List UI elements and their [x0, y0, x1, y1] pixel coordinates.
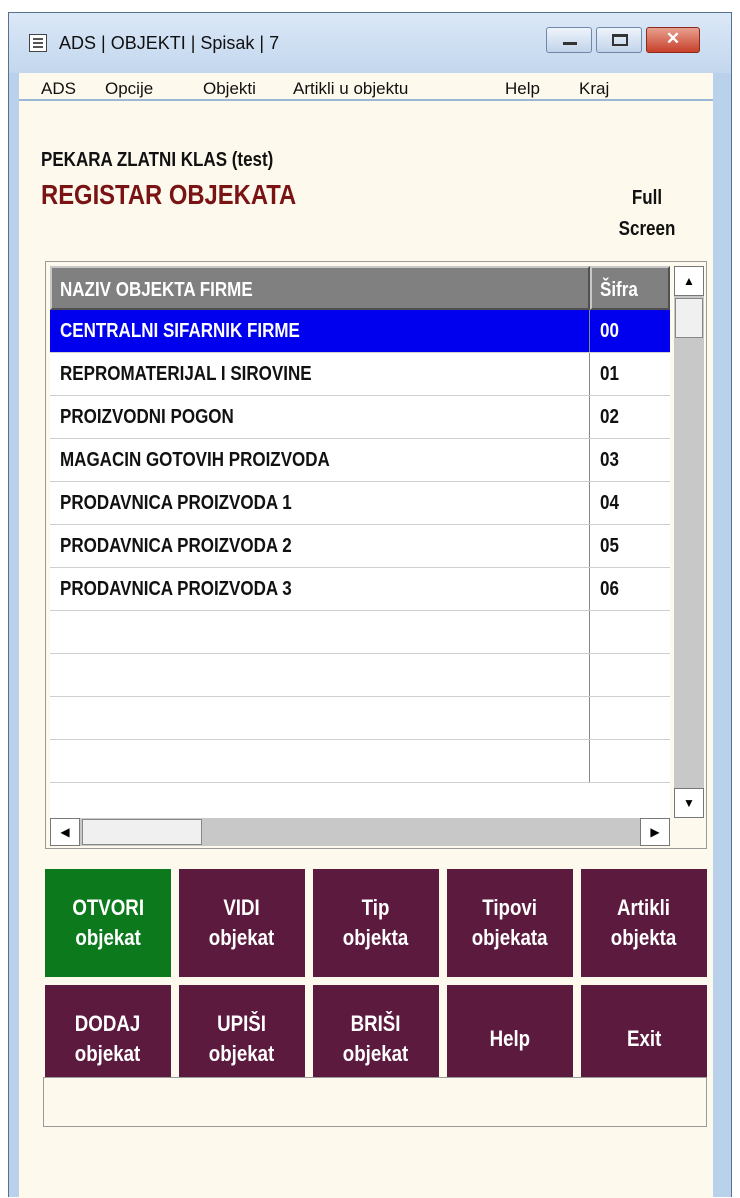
menu-ads[interactable]: ADS — [41, 79, 76, 99]
otvori-objekat-button[interactable]: OTVORI objekat — [43, 867, 173, 979]
cell-sifra: 06 — [600, 578, 619, 600]
cell-sifra — [590, 697, 670, 739]
cell-naziv: CENTRALNI SIFARNIK FIRME — [50, 310, 590, 352]
company-name: PEKARA ZLATNI KLAS (test) — [41, 149, 274, 171]
menu-bar: ADS Opcije Objekti Artikli u objektu Hel… — [19, 73, 713, 111]
close-button[interactable]: ✕ — [646, 27, 700, 53]
cell-naziv: PROIZVODNI POGON — [50, 396, 590, 438]
close-icon: ✕ — [665, 29, 681, 48]
cell-sifra — [590, 654, 670, 696]
title-bar: ADS | OBJEKTI | Spisak | 7 ✕ — [9, 13, 731, 73]
cell-sifra: 00 — [590, 310, 670, 352]
maximize-icon — [612, 34, 628, 46]
cell-naziv — [50, 697, 590, 739]
table-row[interactable]: REPROMATERIJAL I SIROVINE 01 — [50, 353, 670, 396]
table-row[interactable] — [50, 654, 670, 697]
table-row[interactable]: PRODAVNICA PROIZVODA 3 06 — [50, 568, 670, 611]
table-row[interactable] — [50, 697, 670, 740]
cell-sifra: 01 — [600, 363, 619, 385]
full-screen-label: Full — [631, 187, 663, 209]
artikli-objekta-button[interactable]: Artikli objekta — [579, 867, 709, 979]
vertical-scroll-thumb[interactable] — [675, 298, 703, 338]
menu-objekti[interactable]: Objekti — [203, 79, 256, 99]
window-title: ADS | OBJEKTI | Spisak | 7 — [59, 33, 280, 53]
tip-objekta-button[interactable]: Tip objekta — [311, 867, 441, 979]
cell-naziv: PRODAVNICA PROIZVODA 1 — [50, 482, 590, 524]
menu-artikli-u-objektu[interactable]: Artikli u objektu — [293, 79, 408, 99]
cell-sifra: 05 — [600, 535, 619, 557]
cell-sifra: 02 — [600, 406, 619, 428]
scroll-left-button[interactable]: ◀ — [50, 818, 80, 846]
table-row[interactable]: CENTRALNI SIFARNIK FIRME 00 — [50, 310, 670, 353]
horizontal-scrollbar[interactable]: ◀ ▶ — [50, 818, 670, 846]
status-bar — [43, 1077, 707, 1127]
minimize-icon — [563, 42, 577, 45]
table-row[interactable]: PRODAVNICA PROIZVODA 2 05 — [50, 525, 670, 568]
objects-grid: NAZIV OBJEKTA FIRME Šifra CENTRALNI SIFA… — [50, 266, 670, 818]
cell-naziv — [50, 611, 590, 653]
maximize-button[interactable] — [596, 27, 642, 53]
cell-sifra — [590, 740, 670, 782]
table-row[interactable]: PROIZVODNI POGON 02 — [50, 396, 670, 439]
cell-naziv — [50, 740, 590, 782]
column-header-sifra[interactable]: Šifra — [590, 266, 670, 310]
scroll-right-button[interactable]: ▶ — [640, 818, 670, 846]
scroll-up-button[interactable]: ▲ — [674, 266, 704, 296]
horizontal-scroll-thumb[interactable] — [82, 819, 202, 845]
arrow-left-icon: ◀ — [60, 825, 70, 839]
client-area: PEKARA ZLATNI KLAS (test) REGISTAR OBJEK… — [19, 111, 713, 1198]
tipovi-objekata-button[interactable]: Tipovi objekata — [445, 867, 575, 979]
cell-sifra: 04 — [600, 492, 619, 514]
minimize-button[interactable] — [546, 27, 592, 53]
app-window: ADS | OBJEKTI | Spisak | 7 ✕ ADS Opcije … — [8, 12, 732, 1198]
table-row[interactable] — [50, 611, 670, 654]
arrow-up-icon: ▲ — [683, 274, 695, 288]
cell-naziv: REPROMATERIJAL I SIROVINE — [50, 353, 590, 395]
menu-help[interactable]: Help — [505, 79, 540, 99]
table-row[interactable]: PRODAVNICA PROIZVODA 1 04 — [50, 482, 670, 525]
menu-opcije[interactable]: Opcije — [105, 79, 153, 99]
table-row[interactable]: MAGACIN GOTOVIH PROIZVODA 03 — [50, 439, 670, 482]
cell-naziv — [50, 654, 590, 696]
cell-sifra — [590, 611, 670, 653]
cell-naziv: PRODAVNICA PROIZVODA 2 — [50, 525, 590, 567]
app-icon — [29, 34, 47, 52]
menu-divider — [19, 99, 713, 101]
cell-naziv: PRODAVNICA PROIZVODA 3 — [50, 568, 590, 610]
cell-sifra: 03 — [600, 449, 619, 471]
scroll-down-button[interactable]: ▼ — [674, 788, 704, 818]
full-screen-button[interactable]: Full Screen — [613, 183, 681, 245]
vertical-scrollbar[interactable]: ▲ ▼ — [674, 266, 704, 818]
vidi-objekat-button[interactable]: VIDI objekat — [177, 867, 307, 979]
arrow-right-icon: ▶ — [650, 825, 660, 839]
table-row[interactable] — [50, 740, 670, 783]
full-screen-label: Screen — [618, 218, 676, 240]
arrow-down-icon: ▼ — [683, 796, 695, 810]
menu-kraj[interactable]: Kraj — [579, 79, 609, 99]
objects-grid-frame: NAZIV OBJEKTA FIRME Šifra CENTRALNI SIFA… — [45, 261, 707, 849]
column-header-naziv[interactable]: NAZIV OBJEKTA FIRME — [50, 266, 590, 310]
page-title: REGISTAR OBJEKATA — [41, 179, 297, 210]
cell-naziv: MAGACIN GOTOVIH PROIZVODA — [50, 439, 590, 481]
